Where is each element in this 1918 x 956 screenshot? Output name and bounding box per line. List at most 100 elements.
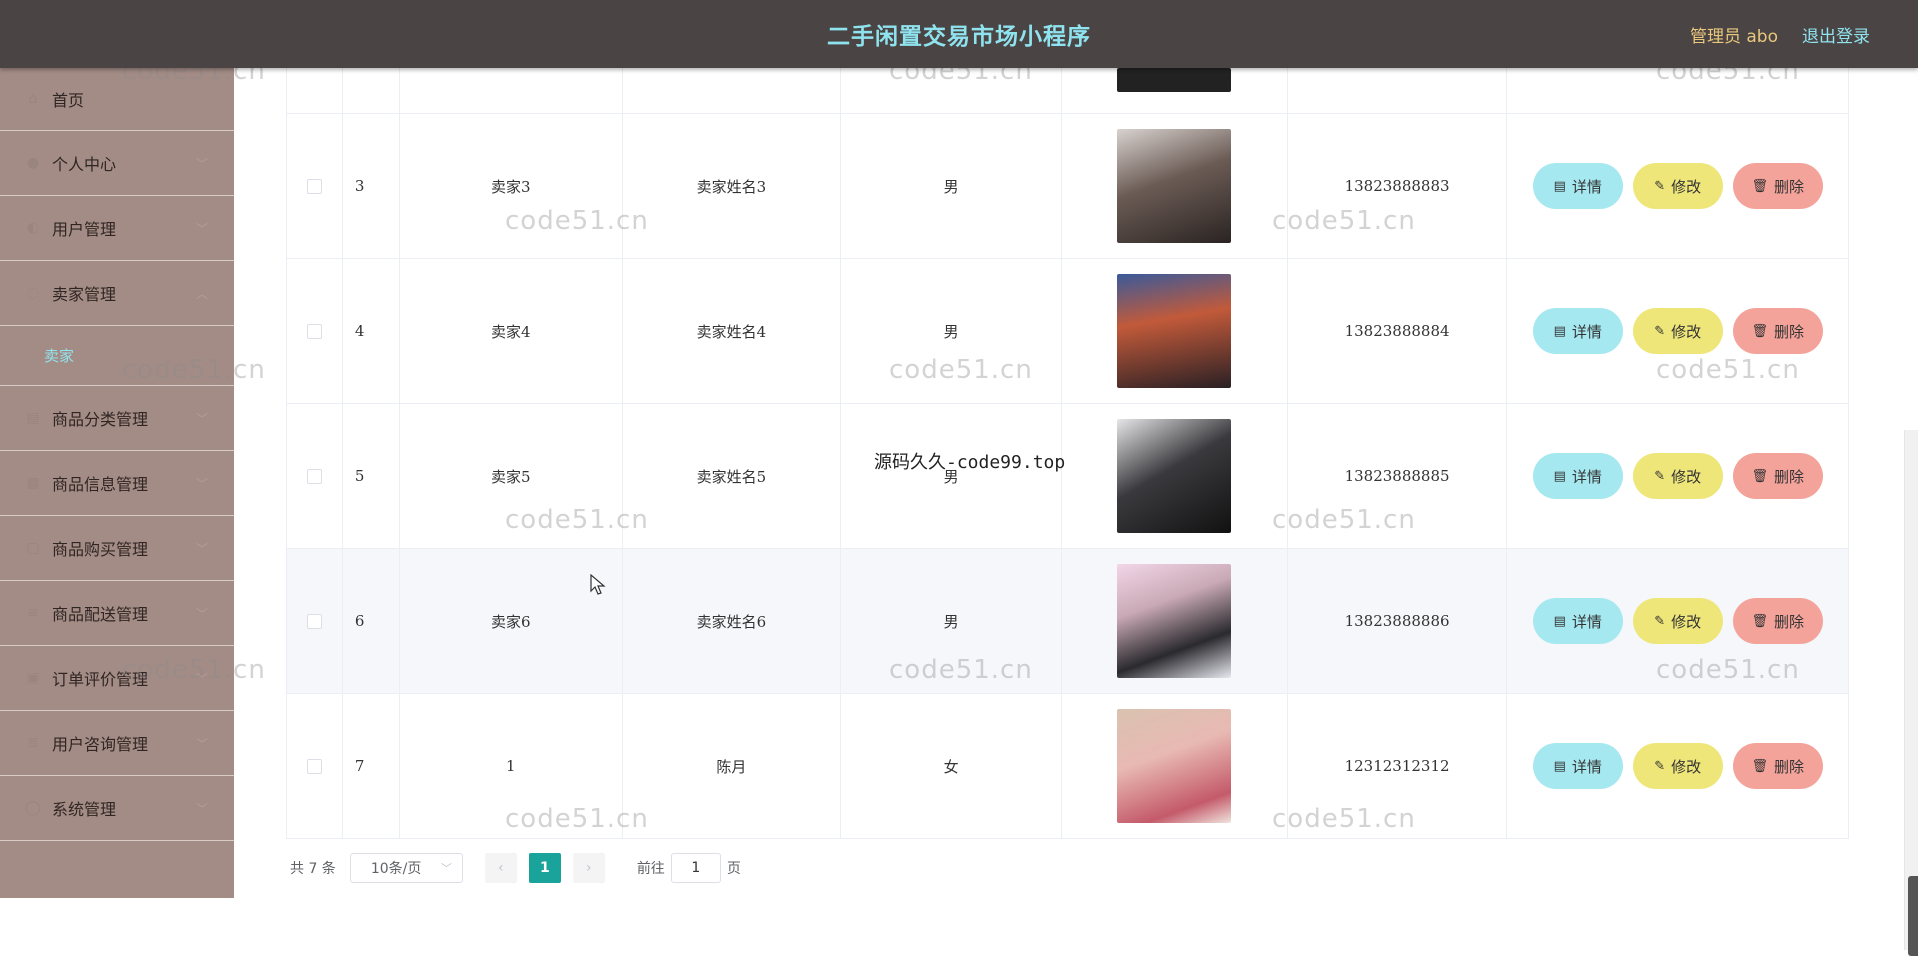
sidebar-item-review-management[interactable]: ▣ 订单评价管理 ﹀ <box>0 646 234 711</box>
sidebar-item-label: 首页 <box>52 91 85 110</box>
logout-link[interactable]: 退出登录 <box>1802 22 1870 47</box>
table-row: 6 卖家6 卖家姓名6 男 13823888886 ▤ 详情 ✎ 修改 🗑 删除 <box>287 549 1848 694</box>
table-row: 5 卖家5 卖家姓名5 男 13823888885 ▤ 详情 ✎ 修改 🗑 删除 <box>287 404 1848 549</box>
row-checkbox[interactable] <box>306 613 322 629</box>
sidebar-item-label: 商品信息管理 <box>52 475 149 494</box>
delete-button[interactable]: 🗑 删除 <box>1732 308 1823 354</box>
mouse-cursor-icon <box>590 574 606 595</box>
page-size-select[interactable]: 10条/页 ﹀ <box>349 853 463 883</box>
chevron-down-icon: ﹀ <box>195 222 208 236</box>
seller-account: 卖家5 <box>400 404 623 548</box>
sidebar-item-category-management[interactable]: ▤ 商品分类管理 ﹀ <box>0 386 234 451</box>
document-icon: ▤ <box>1553 468 1566 484</box>
seller-account: 卖家4 <box>400 259 623 403</box>
row-index: 3 <box>343 114 400 258</box>
table-cell <box>1062 694 1288 838</box>
row-checkbox[interactable] <box>306 323 322 339</box>
delete-button[interactable]: 🗑 删除 <box>1732 453 1823 499</box>
table-cell <box>1062 549 1288 693</box>
seller-phone: 13823888883 <box>1288 114 1508 258</box>
sidebar-item-delivery-management[interactable]: ≡ 商品配送管理 ﹀ <box>0 581 234 646</box>
chevron-down-icon: ﹀ <box>195 607 208 621</box>
button-label: 删除 <box>1773 467 1804 486</box>
table-cell <box>287 404 343 548</box>
table-row: 7 1 陈月 女 12312312312 ▤ 详情 ✎ 修改 🗑 删除 <box>287 694 1848 839</box>
sidebar-item-goods-management[interactable]: ▦ 商品信息管理 ﹀ <box>0 451 234 516</box>
table-row: 4 卖家4 卖家姓名4 男 13823888884 ▤ 详情 ✎ 修改 🗑 删除 <box>287 259 1848 404</box>
table-cell <box>287 114 343 258</box>
table-cell <box>1062 404 1288 548</box>
delete-button[interactable]: 🗑 删除 <box>1732 163 1823 209</box>
next-page-button[interactable]: › <box>572 853 605 883</box>
chevron-down-icon: ﹀ <box>195 672 208 686</box>
chevron-down-icon: ﹀ <box>195 157 208 171</box>
button-label: 删除 <box>1773 612 1804 631</box>
seller-phone: 13823888884 <box>1288 259 1508 403</box>
table-cell <box>1062 114 1288 258</box>
table-cell: ▤ 详情 ✎ 修改 🗑 删除 <box>1507 549 1848 693</box>
document-icon: ▤ <box>1553 323 1566 339</box>
seller-sex: 男 <box>841 404 1063 548</box>
sidebar-item-purchase-management[interactable]: ▢ 商品购买管理 ﹀ <box>0 516 234 581</box>
delete-button[interactable]: 🗑 删除 <box>1732 743 1823 789</box>
trash-icon: 🗑 <box>1751 758 1768 774</box>
category-icon: ▤ <box>26 410 40 426</box>
table-cell: ▤ 详情 ✎ 修改 🗑 删除 <box>1507 114 1848 258</box>
edit-button[interactable]: ✎ 修改 <box>1632 163 1723 209</box>
top-header: 二手闲置交易市场小程序 管理员 abo 退出登录 <box>0 0 1918 68</box>
main-content: 3 卖家3 卖家姓名3 男 13823888883 ▤ 详情 ✎ 修改 🗑 删除 4 … <box>234 68 1918 956</box>
chevron-down-icon: ﹀ <box>195 412 208 426</box>
scrollbar[interactable] <box>1904 430 1918 950</box>
overlay-watermark: 源码久久-code99.top <box>874 452 1066 473</box>
seller-phone: 12312312312 <box>1288 694 1508 838</box>
detail-button[interactable]: ▤ 详情 <box>1532 598 1623 644</box>
edit-button[interactable]: ✎ 修改 <box>1632 598 1723 644</box>
total-count: 共 7 条 <box>290 861 336 877</box>
detail-button[interactable]: ▤ 详情 <box>1532 308 1623 354</box>
table-row <box>287 68 1848 114</box>
user-area: 管理员 abo 退出登录 <box>1690 0 1870 68</box>
row-checkbox[interactable] <box>306 468 322 484</box>
row-checkbox[interactable] <box>306 178 322 194</box>
sidebar: ⌂ 首页 ● 个人中心 ﹀ ◐ 用户管理 ﹀ ◌ 卖家管理 ︿ 卖家 ▤ 商品分… <box>0 68 234 898</box>
sidebar-item-consult-management[interactable]: ≣ 用户咨询管理 ﹀ <box>0 711 234 776</box>
row-checkbox[interactable] <box>306 758 322 774</box>
button-label: 删除 <box>1773 757 1804 776</box>
delete-button[interactable]: 🗑 删除 <box>1732 598 1823 644</box>
edit-button[interactable]: ✎ 修改 <box>1632 743 1723 789</box>
sidebar-subitem-seller[interactable]: 卖家 <box>0 326 234 386</box>
goto-page-input[interactable]: 1 <box>670 853 721 883</box>
sidebar-item-label: 系统管理 <box>52 800 117 819</box>
edit-button[interactable]: ✎ 修改 <box>1632 453 1723 499</box>
edit-button[interactable]: ✎ 修改 <box>1632 308 1723 354</box>
table-cell <box>400 68 623 113</box>
button-label: 删除 <box>1773 322 1804 341</box>
avatar-image <box>1117 129 1232 243</box>
page-size-value: 10条/页 <box>370 861 422 877</box>
detail-button[interactable]: ▤ 详情 <box>1532 163 1623 209</box>
chevron-down-icon: ﹀ <box>195 477 208 491</box>
chevron-down-icon: ﹀ <box>195 542 208 556</box>
table-cell <box>287 694 343 838</box>
sidebar-item-system-management[interactable]: ◯ 系统管理 ﹀ <box>0 776 234 841</box>
seller-phone: 13823888886 <box>1288 549 1508 693</box>
detail-button[interactable]: ▤ 详情 <box>1532 453 1623 499</box>
seller-table: 3 卖家3 卖家姓名3 男 13823888883 ▤ 详情 ✎ 修改 🗑 删除 4 … <box>286 68 1849 839</box>
detail-button[interactable]: ▤ 详情 <box>1532 743 1623 789</box>
sidebar-item-home[interactable]: ⌂ 首页 <box>0 68 234 131</box>
table-cell <box>287 259 343 403</box>
chevron-up-icon: ︿ <box>195 287 208 301</box>
sidebar-item-seller-management[interactable]: ◌ 卖家管理 ︿ <box>0 261 234 326</box>
seller-account: 卖家3 <box>400 114 623 258</box>
sidebar-item-user-management[interactable]: ◐ 用户管理 ﹀ <box>0 196 234 261</box>
page-number-current[interactable]: 1 <box>528 853 561 883</box>
avatar-image <box>1117 68 1232 92</box>
row-index: 7 <box>343 694 400 838</box>
prev-page-button[interactable]: ‹ <box>484 853 517 883</box>
settings-icon: ◯ <box>25 800 41 816</box>
trash-icon: 🗑 <box>1751 178 1768 194</box>
seller-sex: 男 <box>841 259 1063 403</box>
trash-icon: 🗑 <box>1751 468 1768 484</box>
sidebar-item-personal-center[interactable]: ● 个人中心 ﹀ <box>0 131 234 196</box>
scrollbar-thumb[interactable] <box>1908 876 1918 956</box>
